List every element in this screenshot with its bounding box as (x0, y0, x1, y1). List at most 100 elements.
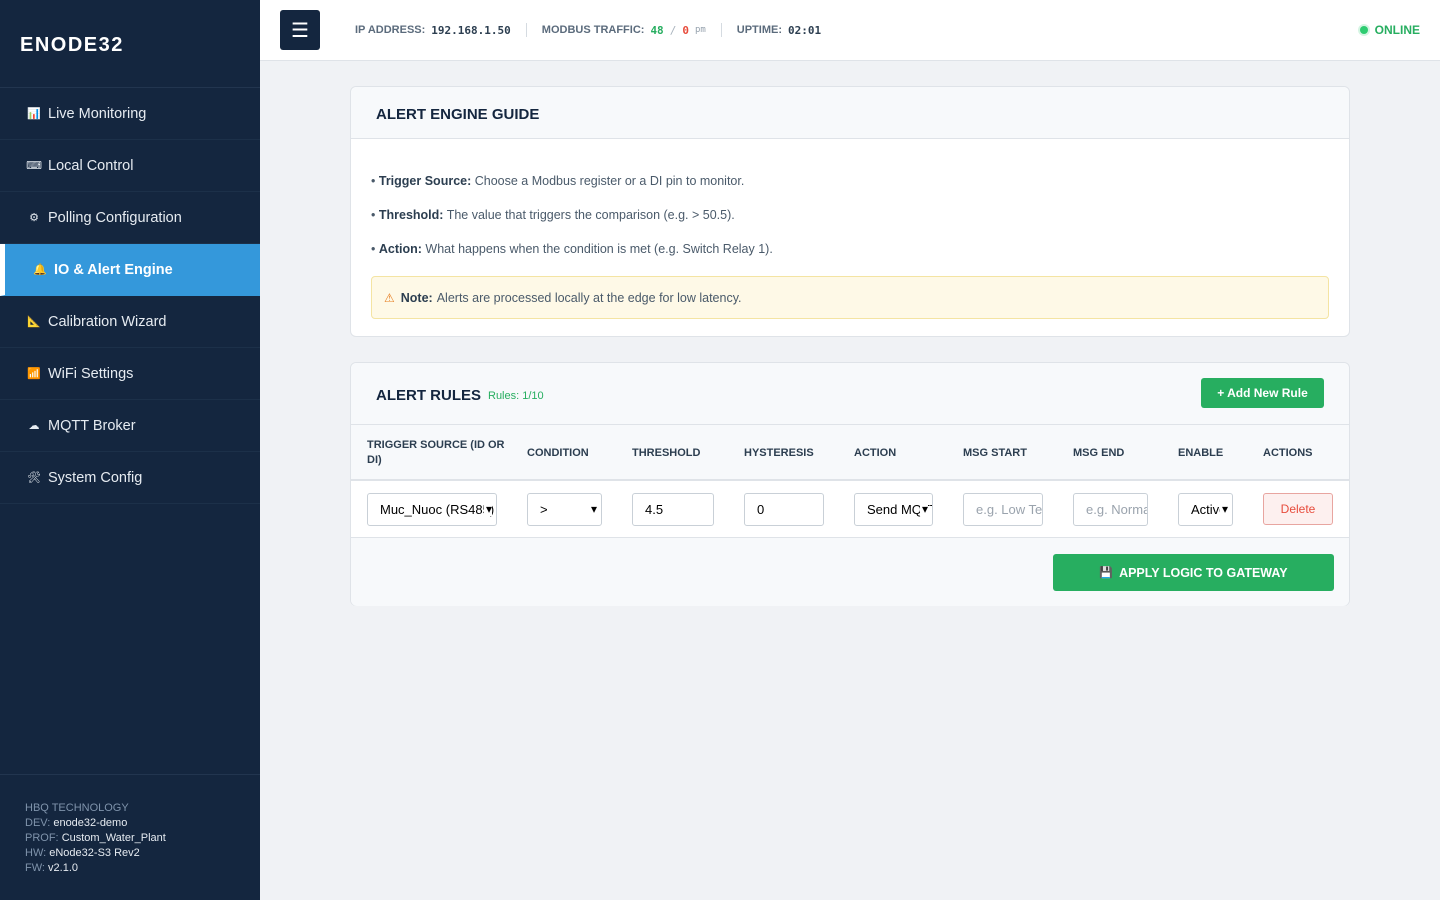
alert-rules-card: ALERT RULES Rules: 1/10 + Add New Rule T… (350, 362, 1350, 606)
divider (525, 23, 527, 37)
uptime-label: UPTIME: (736, 24, 783, 36)
ip-value: 192.168.1.50 (431, 23, 511, 37)
latency-note: ⚠ Note: Alerts are processed locally at … (371, 276, 1329, 319)
column-header-hysteresis: HYSTERESIS (744, 447, 814, 459)
guide-term: Threshold: (378, 208, 444, 222)
note-term: Note: (400, 290, 433, 305)
sidebar-item-label: Live Monitoring (48, 105, 147, 122)
guide-title: ALERT ENGINE GUIDE (351, 87, 1349, 139)
sidebar-item-wifi-settings[interactable]: 📶 WiFi Settings (0, 348, 260, 400)
device-id-row: DEV: enode32-demo (25, 816, 260, 831)
status-bar: IP ADDRESS: 192.168.1.50 MODBUS TRAFFIC:… (355, 23, 821, 37)
guide-term: Trigger Source: (378, 174, 472, 188)
chart-icon: 📊 (27, 108, 41, 120)
table-row: Muc_Nuoc (RS485) > 4.5 0 Send MQTT e.g. … (351, 481, 1349, 538)
column-header-msg-start: MSG START (963, 447, 1027, 459)
guide-line: • Trigger Source: Choose a Modbus regist… (371, 174, 1329, 188)
rules-header: ALERT RULES Rules: 1/10 + Add New Rule (351, 363, 1349, 425)
enable-select[interactable]: Active (1178, 493, 1233, 526)
sidebar-item-io-alert-engine[interactable]: 🔔 IO & Alert Engine (0, 244, 260, 296)
sidebar: ENODE32 📊 Live Monitoring ⌨ Local Contro… (0, 0, 260, 900)
connection-status: ONLINE (1359, 23, 1420, 37)
sidebar-item-polling-configuration[interactable]: ⚙ Polling Configuration (0, 192, 260, 244)
traffic-unit: pm (694, 25, 706, 35)
hardware-row: HW: eNode32-S3 Rev2 (25, 846, 260, 861)
uptime-value: 02:01 (788, 23, 822, 37)
traffic-ok-count: 48 (650, 23, 664, 37)
hw-label: HW: (25, 847, 47, 859)
apply-logic-label: APPLY LOGIC TO GATEWAY (1119, 565, 1288, 580)
guide-term: Action: (378, 242, 422, 256)
guide-line: • Threshold: The value that triggers the… (371, 208, 1329, 222)
guide-body: • Trigger Source: Choose a Modbus regist… (351, 139, 1349, 319)
rules-title: ALERT RULES (376, 387, 481, 404)
hamburger-icon: ☰ (291, 19, 309, 42)
menu-toggle-button[interactable]: ☰ (280, 10, 320, 50)
tools-icon: 🛠 (27, 472, 41, 484)
trigger-source-select[interactable]: Muc_Nuoc (RS485) (367, 493, 497, 526)
action-select[interactable]: Send MQTT (854, 493, 933, 526)
traffic-separator: / (669, 23, 677, 37)
sidebar-item-label: WiFi Settings (48, 365, 134, 382)
column-header-trigger-source: TRIGGER SOURCE (ID OR DI) (367, 439, 505, 466)
status-dot-icon (1359, 26, 1368, 34)
sidebar-item-mqtt-broker[interactable]: ☁ MQTT Broker (0, 400, 260, 452)
status-text: ONLINE (1374, 23, 1420, 37)
msg-end-input[interactable]: e.g. Normal (1073, 493, 1148, 526)
sidebar-item-live-monitoring[interactable]: 📊 Live Monitoring (0, 88, 260, 140)
prof-value: Custom_Water_Plant (61, 832, 166, 844)
cloud-icon: ☁ (28, 420, 40, 432)
prof-label: PROF: (25, 832, 59, 844)
keyboard-icon: ⌨ (26, 160, 42, 172)
delete-rule-button[interactable]: Delete (1263, 493, 1333, 525)
guide-text: What happens when the condition is met (… (425, 242, 773, 256)
rules-count: Rules: 1/10 (488, 390, 544, 402)
apply-logic-button[interactable]: 💾 APPLY LOGIC TO GATEWAY (1053, 554, 1334, 591)
guide-line: • Action: What happens when the conditio… (371, 242, 1329, 256)
bell-icon: 🔔 (33, 264, 47, 276)
sidebar-item-label: IO & Alert Engine (54, 261, 173, 278)
dev-value: enode32-demo (53, 817, 128, 829)
threshold-input[interactable]: 4.5 (632, 493, 714, 526)
condition-select[interactable]: > (527, 493, 602, 526)
rules-table-header: TRIGGER SOURCE (ID OR DI) CONDITION THRE… (351, 425, 1349, 481)
topbar: ☰ IP ADDRESS: 192.168.1.50 MODBUS TRAFFI… (260, 0, 1440, 61)
column-header-condition: CONDITION (527, 447, 589, 459)
sidebar-item-label: Local Control (48, 157, 134, 174)
column-header-actions: ACTIONS (1263, 447, 1313, 459)
msg-start-input[interactable]: e.g. Low Temp (963, 493, 1043, 526)
sidebar-item-label: System Config (48, 469, 143, 486)
ip-label: IP ADDRESS: (355, 24, 426, 36)
column-header-threshold: THRESHOLD (632, 447, 701, 459)
alert-engine-guide-card: ALERT ENGINE GUIDE • Trigger Source: Cho… (350, 86, 1350, 337)
brand-logo: ENODE32 (0, 0, 260, 88)
sidebar-item-calibration-wizard[interactable]: 📐 Calibration Wizard (0, 296, 260, 348)
add-rule-button[interactable]: + Add New Rule (1201, 378, 1324, 408)
floppy-disk-icon: 💾 (1099, 567, 1114, 579)
divider (720, 23, 722, 37)
sidebar-item-label: MQTT Broker (48, 417, 136, 434)
company-name: HBQ TECHNOLOGY (25, 802, 129, 814)
sidebar-item-local-control[interactable]: ⌨ Local Control (0, 140, 260, 192)
sidebar-item-system-config[interactable]: 🛠 System Config (0, 452, 260, 504)
hysteresis-input[interactable]: 0 (744, 493, 824, 526)
bullet: • (371, 208, 376, 222)
hw-value: eNode32-S3 Rev2 (49, 847, 140, 859)
traffic-error-count: 0 (682, 23, 689, 37)
sidebar-item-label: Polling Configuration (48, 209, 182, 226)
bullet: • (371, 174, 376, 188)
column-header-action: ACTION (854, 447, 897, 459)
fw-value: v2.1.0 (48, 862, 78, 874)
gear-icon: ⚙ (29, 212, 39, 224)
ruler-icon: 📐 (27, 316, 41, 328)
rules-footer: 💾 APPLY LOGIC TO GATEWAY (351, 538, 1349, 606)
guide-text: The value that triggers the comparison (… (446, 208, 735, 222)
note-text: Alerts are processed locally at the edge… (436, 290, 742, 305)
column-header-enable: ENABLE (1178, 447, 1224, 459)
warning-icon: ⚠ (384, 290, 395, 305)
firmware-row: FW: v2.1.0 (25, 861, 260, 876)
device-info: HBQ TECHNOLOGY DEV: enode32-demo PROF: C… (0, 774, 260, 900)
wifi-icon: 📶 (27, 368, 41, 380)
dev-label: DEV: (25, 817, 51, 829)
fw-label: FW: (25, 862, 45, 874)
